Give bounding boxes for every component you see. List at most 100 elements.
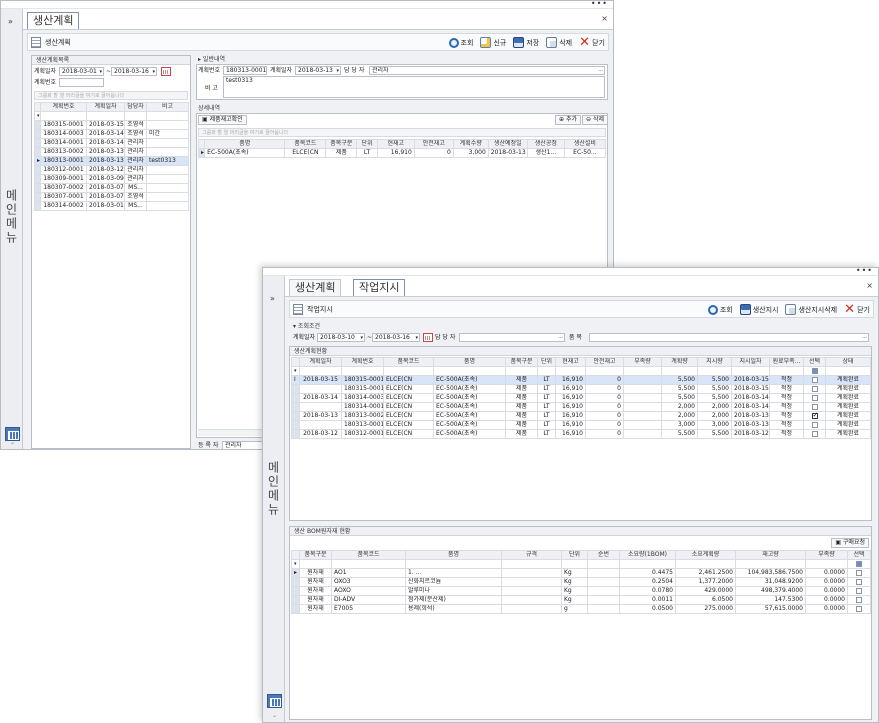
col-note[interactable]: 비고 [146,102,189,112]
col-10[interactable]: 선택 [847,550,871,560]
cell[interactable]: 2018-03-14 [86,129,125,139]
general-manager-field[interactable]: 관리자 ··· [369,66,605,75]
col-8[interactable]: 재고량 [735,550,806,560]
cell[interactable]: Kg [561,586,588,596]
tab-production-plan[interactable]: 생산계획 [27,12,80,29]
col-0[interactable]: 품목구분 [299,550,332,560]
plan-no-field[interactable] [59,78,104,87]
cell[interactable]: 계획완료 [825,402,871,412]
col-0[interactable]: 계획일자 [299,357,342,367]
table-row[interactable]: 180312-0001 2018-03-12 관리자 [34,165,189,175]
cell[interactable]: 3,000 [452,148,489,158]
col-2[interactable]: 품목구분 [325,139,358,149]
col-1[interactable]: 품목코드 [331,550,406,560]
cell[interactable]: 0 [585,402,624,412]
cell[interactable]: 계획완료 [825,429,871,439]
cell[interactable]: ELCE(CN [383,411,434,421]
cell[interactable]: Kg [561,568,588,578]
cell[interactable] [146,138,189,148]
cell[interactable]: 3,000 [661,420,698,430]
table-row[interactable]: 180314-0001 ELCE(CN EC-500A(초속) 제품 LT 16,910 0… [291,402,871,412]
search-button[interactable]: 조회 [448,37,473,48]
cell[interactable]: 제품 [505,402,538,412]
cell[interactable]: E7005 [331,604,406,614]
cell[interactable]: 1,377.2000 [675,577,736,587]
table-row[interactable]: 180307-0002 2018-03-07 MS... [34,183,189,193]
cell[interactable]: LT [537,375,556,385]
cell[interactable] [299,402,342,412]
select-checkbox[interactable] [811,376,818,383]
cell[interactable]: 0.0011 [619,595,676,605]
search-item-field[interactable]: ··· [589,333,869,342]
cell[interactable]: 2018-03-15 [731,375,770,385]
select-checkbox[interactable] [856,587,862,594]
cell[interactable]: 5,500 [697,429,732,439]
close-button[interactable]: ✕ 닫기 [579,36,605,49]
col-3[interactable]: 품명 [433,357,506,367]
table-row[interactable]: 2018-03-14 180314-0003 ELCE(CN EC-500A(초속) 제… [291,393,871,403]
cell[interactable]: LT [537,384,556,394]
col-4[interactable]: 단위 [561,550,588,560]
main-menu-label[interactable]: 메인메뉴 [266,461,282,517]
cell[interactable]: 16,910 [555,420,586,430]
cell[interactable]: 0 [585,429,624,439]
cell[interactable]: 2018-03-09 [86,174,125,184]
cell[interactable]: 5,500 [697,393,732,403]
cell[interactable]: 2018-03-13 [487,148,528,158]
table-row[interactable]: 원자재 E7005 용제(희석) g 0.0500 275.0000 57,615.0000… [291,604,871,614]
cell[interactable]: 180312-0001 [40,165,87,175]
cell[interactable]: 180312-0001 [341,429,384,439]
select-all-checkbox[interactable] [811,367,818,374]
cell[interactable]: 미간 [146,129,189,139]
delete-row-button[interactable]: ⊖ 삭제 [582,115,607,125]
cell[interactable]: 16,910 [555,375,586,385]
cell[interactable]: EC-50... [563,148,607,158]
cell[interactable]: g [561,604,588,614]
cell[interactable]: 조영석 [124,129,147,139]
cell[interactable]: 관리자 [124,165,147,175]
new-button[interactable]: 신규 [480,37,506,48]
select-checkbox[interactable] [811,421,818,428]
cell[interactable]: 제품 [505,375,538,385]
cell[interactable]: 5,500 [661,429,698,439]
cell[interactable]: 57,615.0000 [735,604,806,614]
cell[interactable] [501,586,562,596]
cell[interactable]: 5,500 [697,375,732,385]
cell[interactable]: 원자재 [299,577,332,587]
cell[interactable]: ELCE(CN [383,420,434,430]
chevron-down-icon[interactable]: ▾ [360,334,363,341]
stock-check-button[interactable]: ▣ 제품재고확인 [198,115,247,125]
select-checkbox[interactable] [811,394,818,401]
cell[interactable]: 원자재 [299,586,332,596]
cell[interactable]: 5,500 [661,375,698,385]
cell[interactable] [623,420,662,430]
cell[interactable]: 180315-0001 [40,120,87,130]
cell[interactable]: 제품 [505,429,538,439]
table-row[interactable]: 2018-03-12 180312-0001 ELCE(CN EC-500A(초속) 제… [291,429,871,439]
cell[interactable]: 104,983,586.7500 [735,568,806,578]
cell[interactable] [587,586,620,596]
cell[interactable] [623,375,662,385]
cell[interactable]: 1. ... [405,568,502,578]
cell[interactable]: 2018-03-14 [731,402,770,412]
cell[interactable]: 2018-03-12 [299,429,342,439]
col-plan-date[interactable]: 계획일자 [86,102,125,112]
cell[interactable]: 2018-03-14 [86,138,125,148]
cell[interactable]: 0 [585,375,624,385]
cell[interactable]: EC-500A(초속) [433,411,506,421]
cell[interactable]: 180314-0001 [40,138,87,148]
search-manager-field[interactable]: ··· [459,333,565,342]
cell[interactable] [623,384,662,394]
cell[interactable]: 적정 [769,402,804,412]
col-2[interactable]: 품목코드 [383,357,434,367]
cell[interactable]: 2018-03-15 [731,384,770,394]
cell[interactable]: 2018-03-07 [86,192,125,202]
cell[interactable]: 조영석 [124,120,147,130]
col-manager[interactable]: 담당자 [124,102,147,112]
cell[interactable]: 2,000 [697,402,732,412]
cell[interactable]: 180313-0002 [40,147,87,157]
cell[interactable]: 계획완료 [825,375,871,385]
cell[interactable]: 적정 [769,384,804,394]
cell[interactable]: EC-500A(초속) [433,384,506,394]
cell[interactable]: 2018-03-14 [299,393,342,403]
